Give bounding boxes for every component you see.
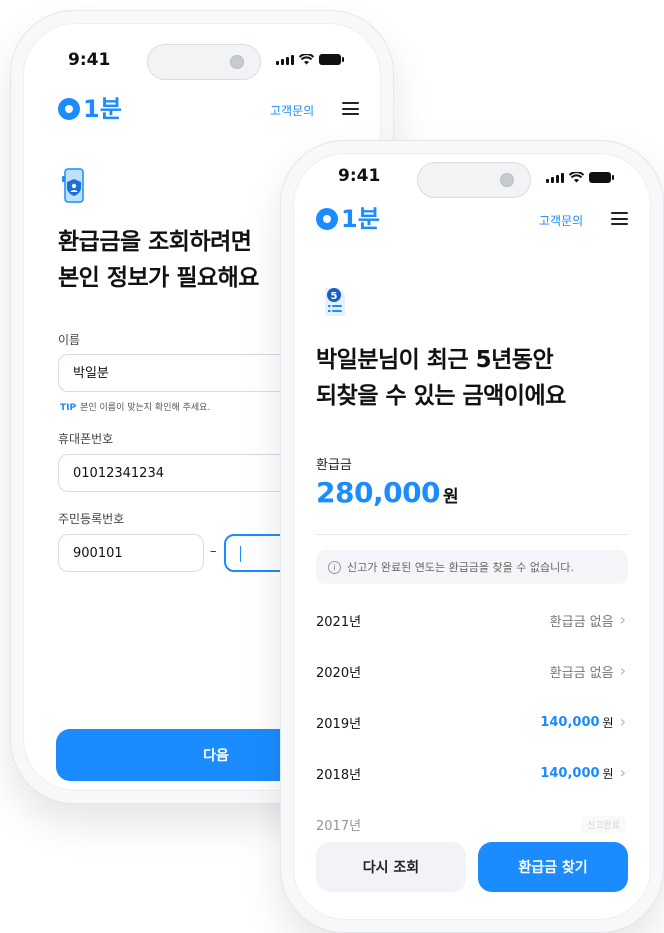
refund-amount-value: 280,000 [316,476,441,509]
status-bar: 9:41 [294,154,650,206]
year-row-2018[interactable]: 2018년 140,000 원 › [316,763,626,783]
camera-icon [500,173,514,187]
year-label: 2018년 [316,767,362,783]
year-amount-unit: 원 [602,715,614,730]
year-label: 2020년 [316,665,362,681]
refund-amount-unit: 원 [443,487,459,507]
status-bar: 9:41 [24,24,380,80]
chevron-right-icon: › [619,610,626,629]
result-headline-line2: 되찾을 수 있는 금액이에요 [316,383,566,409]
status-badge: 신고완료 [580,815,626,833]
dynamic-island [147,44,261,80]
status-time: 9:41 [338,166,381,186]
brand-logo[interactable]: 1분 [316,205,380,233]
year-amount-unit: 원 [602,766,614,781]
system-icons [546,172,614,183]
name-label: 이름 [58,333,81,347]
tip-text: 본인 이름이 맞는지 확인해 주세요. [80,403,211,413]
phone-front: 9:41 1분 고객문의 5 박일분님이 최근 5년동안 되찾을 수 있는 금액… [280,140,664,933]
year-row-2019[interactable]: 2019년 140,000 원 › [316,712,626,732]
info-icon: i [328,560,341,574]
phone-label: 휴대폰번호 [58,432,114,446]
rrn-label: 주민등록번호 [58,512,125,526]
customer-inquiry-link[interactable]: 고객문의 [539,212,583,229]
name-tip: TIP 본인 이름이 맞는지 확인해 주세요. [60,400,210,413]
logo-text: 1분 [83,95,122,123]
logo-text: 1분 [341,205,380,233]
camera-icon [230,55,244,69]
battery-icon [319,54,344,65]
signal-icon [546,172,564,183]
refund-label: 환급금 [316,458,352,473]
dynamic-island [417,162,531,198]
notice-box: i 신고가 완료된 연도는 환급금을 찾을 수 없습니다. [316,550,628,584]
result-screen: 9:41 1분 고객문의 5 박일분님이 최근 5년동안 되찾을 수 있는 금액… [293,153,651,920]
status-time: 9:41 [68,50,111,70]
year-amount: 140,000 [540,714,600,730]
customer-inquiry-link[interactable]: 고객문의 [270,102,314,119]
year-row-2017: 2017년 신고완료 [316,814,626,834]
text-caret [240,546,241,562]
year-label: 2019년 [316,716,362,732]
year-status: 환급금 없음 [549,665,614,681]
chevron-right-icon: › [619,763,626,782]
brand-logo[interactable]: 1분 [58,95,122,123]
retry-button[interactable]: 다시 조회 [316,842,466,892]
signal-icon [276,54,294,65]
rrn-separator: – [210,544,217,559]
document-badge-icon: 5 [325,288,345,316]
tip-tag: TIP [60,403,77,413]
logo-mark-icon [58,98,80,120]
year-row-2020[interactable]: 2020년 환급금 없음 › [316,661,626,681]
notice-text: 신고가 완료된 연도는 환급금을 찾을 수 없습니다. [347,561,574,574]
logo-mark-icon [316,208,338,230]
find-refund-button[interactable]: 환급금 찾기 [478,842,628,892]
chevron-right-icon: › [619,661,626,680]
system-icons [276,54,344,65]
shield-phone-icon [62,168,84,203]
wifi-icon [569,172,584,183]
result-headline-line1: 박일분님이 최근 5년동안 [316,347,554,373]
year-label: 2017년 [316,818,362,834]
year-label: 2021년 [316,614,362,630]
svg-text:5: 5 [331,291,338,302]
chevron-right-icon: › [619,712,626,731]
year-amount: 140,000 [540,765,600,781]
wifi-icon [299,54,314,65]
amount-divider [316,534,628,535]
rrn-front-field[interactable]: 900101 [58,534,204,572]
menu-icon[interactable] [342,102,359,115]
year-row-2021[interactable]: 2021년 환급금 없음 › [316,610,626,630]
result-headline: 박일분님이 최근 5년동안 되찾을 수 있는 금액이에요 [316,342,646,414]
menu-icon[interactable] [611,212,628,225]
battery-icon [589,172,614,183]
year-status: 환급금 없음 [549,614,614,630]
refund-amount: 280,000 원 [316,476,459,509]
